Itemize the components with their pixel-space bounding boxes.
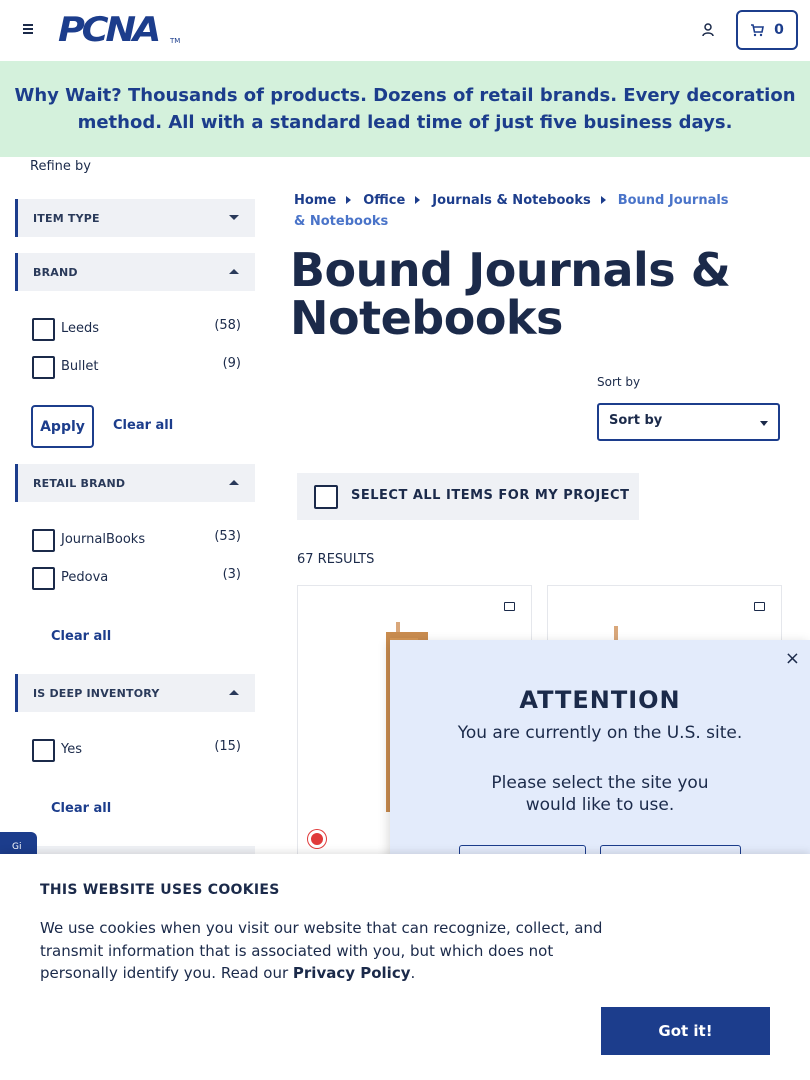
breadcrumb-office[interactable]: Office xyxy=(363,193,405,208)
facet-item-type[interactable]: ITEM TYPE xyxy=(15,199,255,237)
cart-button[interactable]: 0 xyxy=(736,10,798,50)
checkbox[interactable] xyxy=(32,318,55,341)
user-icon[interactable] xyxy=(700,22,716,38)
checkbox[interactable] xyxy=(32,529,55,552)
promo-banner: Why Wait? Thousands of products. Dozens … xyxy=(0,61,810,157)
facet-deep-inventory[interactable]: IS DEEP INVENTORY xyxy=(15,674,255,712)
close-icon[interactable]: × xyxy=(785,648,800,669)
brand-option-bullet[interactable]: Bullet (9) xyxy=(31,354,243,380)
breadcrumb-journals[interactable]: Journals & Notebooks xyxy=(432,193,590,208)
deep-inventory-option-yes[interactable]: Yes (15) xyxy=(31,737,243,763)
checkbox[interactable] xyxy=(32,356,55,379)
results-count: 67 RESULTS xyxy=(297,552,375,567)
page-title: Bound Journals & Notebooks xyxy=(290,243,731,345)
promo-text: Why Wait? Thousands of products. Dozens … xyxy=(14,85,796,133)
sort-label: Sort by xyxy=(597,375,641,389)
breadcrumb-home[interactable]: Home xyxy=(294,193,336,208)
pcna-logo[interactable]: PCNA TM xyxy=(58,13,180,47)
chevron-right-icon xyxy=(600,196,606,204)
cart-icon xyxy=(751,23,765,36)
chevron-down-icon xyxy=(229,215,239,220)
chevron-up-icon xyxy=(229,480,239,485)
modal-instruction: Please select the site you would like to… xyxy=(491,773,709,815)
retail-clear-all[interactable]: Clear all xyxy=(51,629,111,644)
retail-option-journalbooks[interactable]: JournalBooks (53) xyxy=(31,527,243,553)
color-swatch[interactable] xyxy=(308,830,326,848)
modal-title: ATTENTION xyxy=(519,686,681,714)
cookie-title: THIS WEBSITE USES COOKIES xyxy=(40,882,280,898)
cookie-banner: THIS WEBSITE USES COOKIES We use cookies… xyxy=(0,854,810,1080)
apply-button[interactable]: Apply xyxy=(31,405,94,448)
cart-count: 0 xyxy=(774,22,784,38)
deep-inventory-clear-all[interactable]: Clear all xyxy=(51,801,111,816)
brand-option-leeds[interactable]: Leeds (58) xyxy=(31,316,243,342)
checkbox[interactable] xyxy=(32,567,55,590)
got-it-button[interactable]: Got it! xyxy=(601,1007,770,1055)
select-all-button[interactable]: SELECT ALL ITEMS FOR MY PROJECT xyxy=(297,473,639,520)
chevron-up-icon xyxy=(229,269,239,274)
facet-retail-brand[interactable]: RETAIL BRAND xyxy=(15,464,255,502)
chevron-up-icon xyxy=(229,690,239,695)
chevron-down-icon xyxy=(760,421,768,426)
chevron-right-icon xyxy=(415,196,421,204)
refine-label: Refine by xyxy=(30,159,91,174)
brand-clear-all[interactable]: Clear all xyxy=(113,418,173,433)
retail-option-pedova[interactable]: Pedova (3) xyxy=(31,565,243,591)
modal-message: You are currently on the U.S. site. xyxy=(457,723,743,743)
chevron-right-icon xyxy=(346,196,352,204)
menu-icon[interactable] xyxy=(20,22,36,36)
cookie-text: We use cookies when you visit our websit… xyxy=(40,919,603,982)
breadcrumb: Home Office Journals & Notebooks Bound Jour… xyxy=(294,190,734,232)
folder-icon[interactable] xyxy=(504,602,515,611)
folder-icon[interactable] xyxy=(754,602,765,611)
facet-brand[interactable]: BRAND xyxy=(15,253,255,291)
checkbox[interactable] xyxy=(32,739,55,762)
checkbox[interactable] xyxy=(314,485,338,509)
site-header: PCNA TM 0 xyxy=(0,0,810,61)
privacy-policy-link[interactable]: Privacy Policy xyxy=(293,964,411,982)
sort-select[interactable]: Sort by xyxy=(597,403,780,441)
